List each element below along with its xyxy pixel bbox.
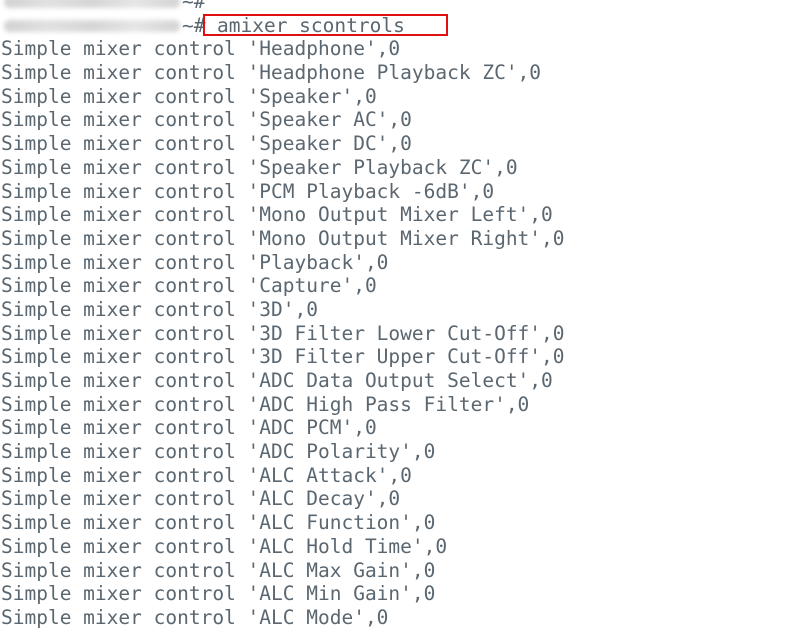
- output-line: Simple mixer control 'ALC Max Gain',0: [1, 558, 436, 582]
- output-line: Simple mixer control 'Capture',0: [1, 274, 377, 298]
- output-line: Simple mixer control 'ADC Data Output Se…: [1, 369, 553, 392]
- terminal-window[interactable]: ~# ~# amixer scontrols Simple mixer cont…: [0, 0, 786, 642]
- prompt-symbol: ~#: [182, 0, 206, 13]
- output-line: Simple mixer control '3D Filter Lower Cu…: [1, 321, 565, 345]
- output-line: Simple mixer control 'PCM Playback -6dB'…: [1, 179, 495, 203]
- output-line: Simple mixer control 'Mono Output Mixer …: [1, 226, 565, 250]
- output-line: Simple mixer control 'ADC PCM',0: [1, 416, 377, 440]
- prompt-symbol: ~#: [182, 13, 206, 37]
- output-line: Simple mixer control '3D Filter Upper Cu…: [1, 345, 565, 369]
- output-line: Simple mixer control 'Speaker Playback Z…: [1, 155, 518, 179]
- output-line: Simple mixer control 'Playback',0: [1, 250, 389, 274]
- output-line: Simple mixer control 'ALC Decay',0: [1, 487, 401, 511]
- output-line: Simple mixer control 'ADC High Pass Filt…: [1, 392, 530, 416]
- previous-prompt-line: ~#: [0, 0, 786, 14]
- output-line: Simple mixer control 'Speaker AC',0: [1, 108, 412, 132]
- redacted-hostname: [4, 0, 180, 8]
- output-line: Simple mixer control 'Mono Output Mixer …: [1, 203, 553, 227]
- command-output: Simple mixer control 'Headphone',0 Simple…: [0, 37, 786, 629]
- output-line: Simple mixer control 'ALC Mode',0: [1, 605, 389, 629]
- output-line: Simple mixer control 'Headphone Playback…: [1, 61, 542, 85]
- output-line: Simple mixer control '3D',0: [1, 297, 318, 321]
- output-line: Simple mixer control 'Headphone',0: [1, 37, 401, 61]
- output-line: Simple mixer control 'ADC Polarity',0: [1, 440, 436, 464]
- output-line: Simple mixer control 'ALC Min Gain',0: [1, 582, 436, 606]
- command-prompt-line: ~# amixer scontrols: [0, 13, 786, 38]
- output-line: Simple mixer control 'ALC Function',0: [1, 511, 436, 535]
- output-line: Simple mixer control 'Speaker DC',0: [1, 132, 412, 156]
- output-line: Simple mixer control 'Speaker',0: [1, 84, 377, 108]
- command-text: amixer scontrols: [217, 13, 405, 37]
- output-line: Simple mixer control 'ALC Attack',0: [1, 463, 412, 487]
- output-line: Simple mixer control 'ALC Hold Time',0: [1, 534, 448, 558]
- redacted-hostname: [4, 19, 180, 32]
